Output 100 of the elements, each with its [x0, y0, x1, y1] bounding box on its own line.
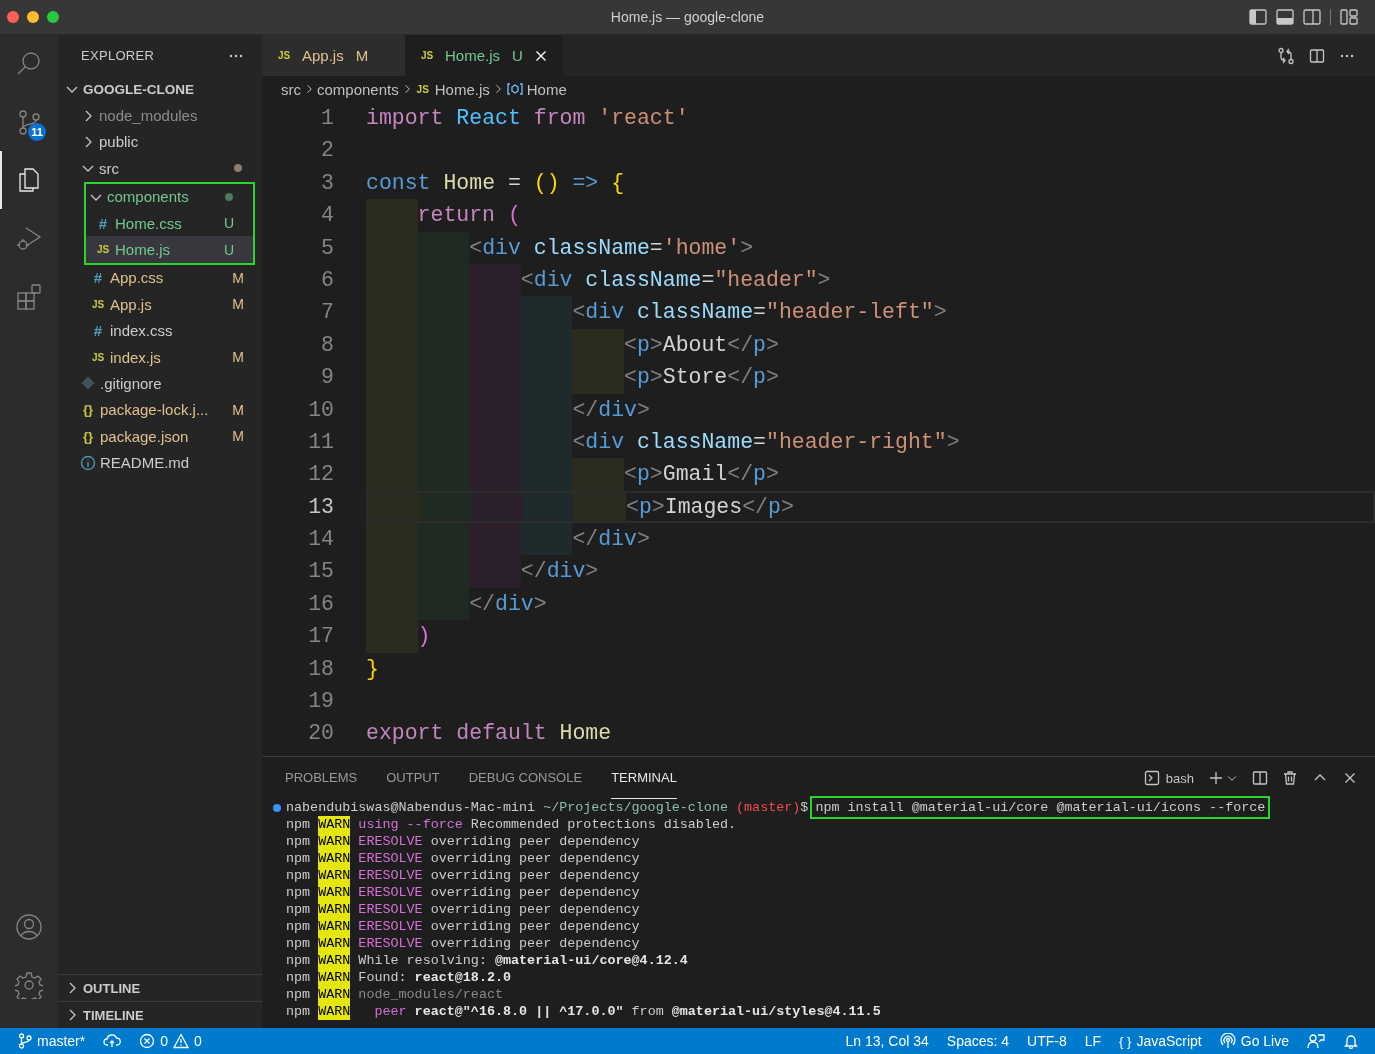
editor-tab[interactable]: JS Home.js U	[405, 35, 563, 76]
tree-item[interactable]: components	[86, 183, 253, 210]
line-number: 18	[307, 655, 334, 683]
terminal-selector[interactable]: bash	[1143, 770, 1194, 786]
symbol-icon	[505, 81, 524, 97]
line-number: 14	[307, 526, 334, 554]
panel-tab[interactable]: TERMINAL	[611, 757, 677, 799]
branch-item[interactable]: master*	[18, 1033, 86, 1049]
tree-item[interactable]: # index.css	[58, 317, 262, 344]
breadcrumb-item[interactable]: JS Home.js	[414, 80, 490, 98]
terminal-prompt: nabendubiswas@Nabendus-Mac-mini ~/Projects/google-clone (master)$	[286, 799, 809, 816]
panel-tab[interactable]: OUTPUT	[386, 757, 440, 799]
code-line: </div>	[366, 523, 1375, 556]
js-icon: JS	[90, 298, 106, 310]
diamond-icon	[80, 375, 96, 392]
terminal-line: npm WARN ERESOLVE overriding peer dependency	[285, 867, 641, 884]
terminal-line: npm WARN ERESOLVE overriding peer dependency	[285, 833, 641, 850]
section-header[interactable]: OUTLINE	[58, 974, 262, 1001]
minimize-window-button[interactable]	[27, 11, 39, 23]
status-item[interactable]: Spaces: 4	[946, 1033, 1010, 1049]
tree-item[interactable]: public	[58, 128, 262, 156]
breadcrumb-item[interactable]: components	[317, 80, 399, 98]
tree-item[interactable]: GOOGLE-CLONE	[58, 76, 262, 103]
terminal-line: npm WARN ERESOLVE overriding peer dependency	[285, 901, 641, 918]
code-line: <div className="header-left">	[366, 296, 1375, 329]
hash-icon: #	[95, 214, 111, 232]
terminal-line: npm WARN ERESOLVE overriding peer dependency	[285, 884, 641, 901]
line-number: 1	[320, 105, 334, 132]
problems-item[interactable]: 0 0	[139, 1033, 202, 1049]
close-window-button[interactable]	[7, 11, 19, 23]
braces-icon: {}	[80, 402, 96, 418]
tree-item[interactable]: JS App.js M	[58, 291, 262, 318]
tree-item[interactable]: node_modules	[58, 102, 262, 129]
panel-tab[interactable]: DEBUG CONSOLE	[468, 757, 583, 799]
line-number: 6	[320, 266, 334, 294]
split-terminal-icon[interactable]	[1252, 770, 1268, 786]
active-indicator	[0, 151, 2, 209]
code-line: export default Home	[366, 720, 613, 748]
code-line: const Home = () => {	[366, 169, 626, 197]
cloud-upload-icon[interactable]	[103, 1033, 122, 1049]
panel-tab[interactable]: PROBLEMS	[285, 757, 358, 799]
info-icon	[80, 454, 96, 471]
extensions-icon[interactable]	[15, 282, 43, 310]
code-line: import React from 'react'	[366, 105, 690, 132]
toggle-secondary-sidebar-icon[interactable]	[1303, 9, 1321, 25]
terminal-icon	[1143, 770, 1160, 786]
line-number: 19	[307, 688, 334, 716]
code-line: }	[366, 655, 380, 683]
line-number: 16	[307, 590, 334, 618]
tree-item[interactable]: # App.css M	[58, 264, 262, 292]
terminal-line: npm WARN While resolving: @material-ui/core@4.12.4	[285, 952, 689, 969]
js-icon: JS	[95, 244, 111, 256]
tree-item[interactable]: {} package-lock.j... M	[58, 396, 262, 424]
settings-icon[interactable]	[15, 971, 43, 999]
window-title: Home.js — google-clone	[610, 9, 765, 25]
tree-item[interactable]: src	[58, 155, 262, 182]
warning-icon	[173, 1033, 190, 1049]
status-item[interactable]: { } JavaScript	[1119, 1033, 1202, 1049]
tree-item[interactable]: .gitignore	[58, 370, 262, 397]
feedback-icon[interactable]	[1307, 1033, 1325, 1049]
code-line: <p>About</p>	[366, 328, 1375, 362]
code-line: <div className="header">	[366, 263, 1375, 297]
status-item[interactable]: Go Live	[1219, 1033, 1289, 1049]
breadcrumb-item[interactable]: Home	[505, 80, 567, 98]
line-number: 3	[320, 169, 334, 197]
tree-item[interactable]: # Home.css U	[86, 209, 253, 237]
js-icon: JS	[419, 50, 435, 61]
line-number: 11	[307, 428, 334, 456]
compare-icon[interactable]	[1277, 46, 1295, 65]
zoom-window-button[interactable]	[47, 11, 59, 23]
line-number: 13	[307, 493, 334, 521]
braces-icon: { }	[1119, 1033, 1132, 1049]
toggle-panel-icon[interactable]	[1276, 9, 1294, 25]
tree-item[interactable]: README.md	[58, 449, 262, 476]
count-badge: 11	[28, 123, 46, 141]
status-item[interactable]: UTF-8	[1027, 1033, 1067, 1049]
account-icon[interactable]	[14, 912, 44, 942]
code-line: </div>	[366, 555, 1375, 588]
line-number: 4	[320, 202, 334, 230]
tree-item[interactable]: {} package.json M	[58, 423, 262, 450]
line-number: 2	[320, 137, 334, 165]
tree-item[interactable]: JS index.js M	[58, 343, 262, 371]
toggle-sidebar-icon[interactable]	[1249, 9, 1267, 25]
plus-icon[interactable]	[1208, 770, 1224, 786]
status-item[interactable]: LF	[1084, 1033, 1102, 1049]
code-line: return (	[366, 199, 1375, 232]
line-number: 7	[320, 299, 334, 327]
editor-tab[interactable]: JS App.js M	[262, 35, 405, 76]
customize-layout-icon[interactable]	[1340, 9, 1358, 25]
breadcrumb-item[interactable]: src	[281, 80, 301, 98]
status-item[interactable]: Ln 13, Col 34	[845, 1033, 929, 1049]
bell-icon[interactable]	[1343, 1033, 1359, 1049]
terminal-line: npm WARN ERESOLVE overriding peer dependency	[285, 850, 641, 867]
sidebar-title: EXPLORER	[81, 48, 155, 63]
broadcast-icon	[1219, 1033, 1236, 1049]
line-number: 8	[320, 331, 334, 359]
tree-item[interactable]: JS Home.js U	[86, 236, 253, 263]
split-editor-icon[interactable]	[1309, 47, 1325, 64]
trash-icon[interactable]	[1282, 770, 1298, 786]
code-line: <p>Store</p>	[366, 361, 1375, 394]
